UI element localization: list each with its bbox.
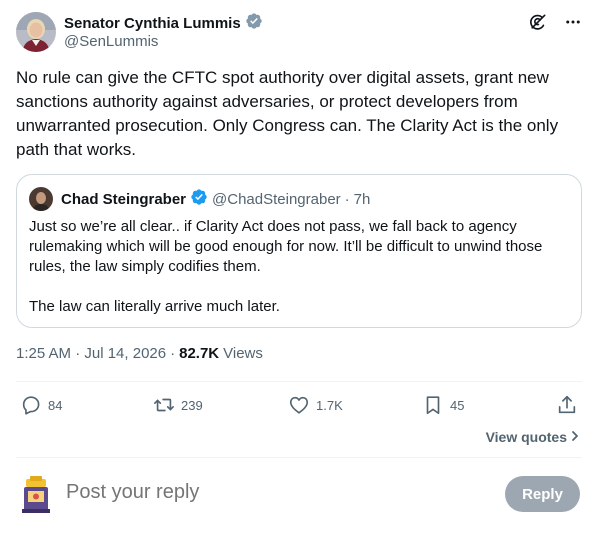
bookmark-count: 45	[450, 397, 465, 413]
quote-author-name[interactable]: Chad Steingraber	[61, 191, 186, 208]
bookmark-icon	[422, 394, 444, 416]
reply-avatar[interactable]	[18, 475, 54, 515]
quote-separator: ·	[344, 190, 350, 208]
action-bar: 84 239 1.7K 45	[16, 394, 582, 418]
reply-button[interactable]: 84	[20, 394, 62, 416]
view-quotes-link[interactable]: View quotes	[486, 429, 580, 445]
grok-icon[interactable]	[528, 12, 548, 32]
tweet-meta: 1:25 AM · Jul 14, 2026 · 82.7K Views	[16, 345, 263, 362]
reply-count: 84	[48, 397, 63, 413]
quote-paragraph: The law can literally arrive much later.	[29, 298, 280, 315]
reply-submit-button[interactable]: Reply	[505, 476, 580, 512]
repost-button[interactable]: 239	[153, 394, 203, 416]
author-name-row[interactable]: Senator Cynthia Lummis	[64, 12, 263, 35]
meta-separator: ·	[170, 345, 176, 362]
quote-avatar[interactable]	[29, 187, 53, 211]
share-icon	[556, 394, 578, 416]
verified-badge-icon	[190, 188, 208, 210]
more-icon[interactable]	[564, 13, 582, 31]
author-handle[interactable]: @SenLummis	[64, 33, 158, 50]
like-icon	[288, 394, 310, 416]
quote-tweet-card[interactable]: Chad Steingraber @ChadSteingraber · 7h J…	[16, 174, 582, 328]
like-button[interactable]: 1.7K	[288, 394, 343, 416]
tweet-timestamp[interactable]: 1:25 AM · Jul 14, 2026	[16, 345, 166, 362]
quote-timestamp[interactable]: 7h	[354, 191, 371, 208]
quote-author-handle[interactable]: @ChadSteingraber	[212, 191, 341, 208]
share-button[interactable]	[556, 394, 578, 416]
top-actions	[528, 12, 582, 32]
quote-paragraph: Just so we’re all clear.. if Clarity Act…	[29, 218, 543, 275]
author-name[interactable]: Senator Cynthia Lummis	[64, 15, 241, 32]
views-count: 82.7K	[179, 345, 220, 362]
chevron-right-icon	[570, 429, 580, 445]
bookmark-button[interactable]: 45	[422, 394, 464, 416]
verified-badge-icon	[245, 12, 263, 35]
divider	[16, 457, 582, 458]
repost-count: 239	[181, 397, 203, 413]
quote-header: Chad Steingraber @ChadSteingraber · 7h	[29, 187, 370, 211]
view-quotes-label: View quotes	[485, 429, 567, 445]
tweet-text: No rule can give the CFTC spot authority…	[16, 68, 559, 159]
quote-text: Just so we’re all clear.. if Clarity Act…	[29, 217, 574, 317]
repost-icon	[153, 394, 175, 416]
reply-input[interactable]	[66, 481, 466, 504]
like-count: 1.7K	[316, 397, 343, 413]
reply-icon	[20, 394, 42, 416]
views-label: Views	[223, 345, 263, 362]
author-avatar[interactable]	[16, 12, 56, 52]
divider	[16, 381, 582, 382]
